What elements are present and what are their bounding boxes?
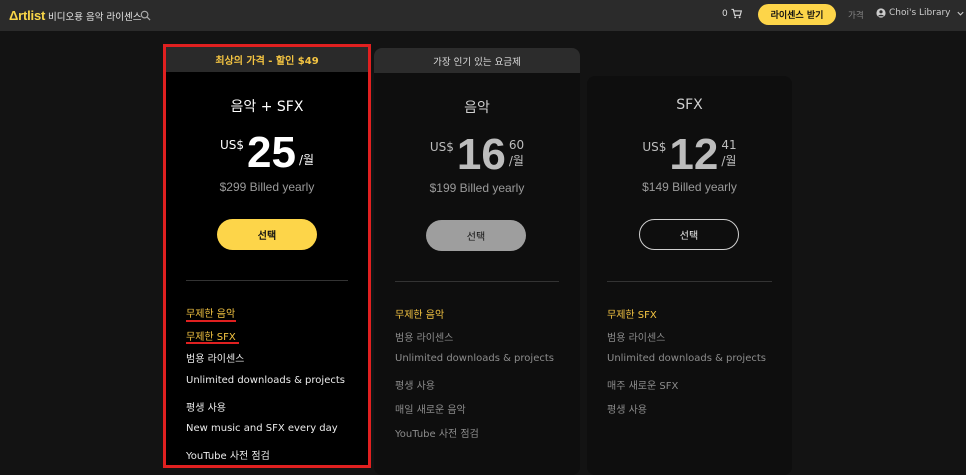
plan-price: US$ 12 41 /월 bbox=[587, 130, 792, 179]
account-name: Choi's Library bbox=[889, 8, 951, 18]
price-period: /월 bbox=[508, 154, 524, 168]
feature-item: New music and SFX every day bbox=[186, 423, 338, 434]
feature-item: Unlimited downloads & projects bbox=[186, 375, 345, 386]
divider bbox=[395, 281, 559, 282]
price-period: /월 bbox=[298, 153, 315, 167]
price-cents: 60 bbox=[508, 138, 525, 152]
chevron-down-icon bbox=[956, 11, 964, 16]
select-plan-button[interactable]: 선택 bbox=[639, 219, 739, 250]
highlight-underline bbox=[186, 320, 236, 322]
plan-card-sfx: SFX US$ 12 41 /월 $149 Billed yearly 선택 무… bbox=[587, 76, 792, 475]
feature-item: 범용 라이센스 bbox=[186, 354, 245, 365]
site-tagline: 비디오용 음악 라이센스 bbox=[48, 12, 142, 23]
feature-item: YouTube 사전 점검 bbox=[395, 429, 479, 440]
price-cents: 41 bbox=[721, 138, 737, 152]
billed-yearly: $299 Billed yearly bbox=[219, 180, 315, 194]
feature-item: 매일 새로운 음악 bbox=[395, 405, 466, 416]
price-whole: 25 bbox=[247, 128, 296, 177]
plan-name: 음악 + SFX bbox=[230, 99, 304, 115]
price-whole: 12 bbox=[669, 130, 719, 179]
divider bbox=[186, 280, 348, 281]
top-navigation-bar: Δrtlist 비디오용 음악 라이센스 0 라이센스 받기 가격 Choi's… bbox=[0, 0, 966, 31]
select-plan-button[interactable]: 선택 bbox=[217, 219, 317, 250]
feature-item: 무제한 SFX bbox=[186, 332, 236, 343]
feature-item: Unlimited downloads & projects bbox=[395, 353, 554, 364]
currency: US$ bbox=[642, 140, 667, 154]
billed-yearly: $199 Billed yearly bbox=[429, 181, 525, 195]
currency: US$ bbox=[219, 138, 244, 152]
plan-price: US$ 25 /월 bbox=[166, 128, 368, 177]
plan-card-music-sfx: 최상의 가격 - 할인 $49 음악 + SFX US$ 25 /월 $299 … bbox=[163, 44, 371, 468]
search-icon[interactable] bbox=[140, 10, 151, 21]
feature-item: 평생 사용 bbox=[395, 381, 435, 392]
artlist-logo[interactable]: Δrtlist bbox=[9, 8, 45, 23]
select-plan-button[interactable]: 선택 bbox=[426, 220, 526, 251]
feature-item: 무제한 SFX bbox=[607, 310, 657, 321]
highlight-underline bbox=[186, 342, 239, 344]
feature-item: 평생 사용 bbox=[607, 405, 647, 416]
account-menu[interactable]: Choi's Library bbox=[876, 8, 965, 18]
feature-item: 범용 라이센스 bbox=[395, 333, 454, 344]
feature-item: 평생 사용 bbox=[186, 403, 226, 414]
cart-button[interactable]: 0 bbox=[722, 8, 742, 19]
plan-name: 음악 bbox=[464, 100, 490, 116]
get-license-button[interactable]: 라이센스 받기 bbox=[758, 4, 836, 25]
divider bbox=[607, 281, 772, 282]
plan-price: US$ 16 60 /월 bbox=[374, 130, 580, 179]
price-whole: 16 bbox=[456, 130, 506, 179]
cart-count: 0 bbox=[722, 8, 728, 19]
nav-pricing-link[interactable]: 가격 bbox=[848, 9, 864, 21]
plan-card-music: 가장 인기 있는 요금제 음악 US$ 16 60 /월 $199 Billed… bbox=[374, 48, 580, 475]
cart-icon bbox=[731, 8, 742, 19]
billed-yearly: $149 Billed yearly bbox=[642, 180, 737, 194]
feature-item: Unlimited downloads & projects bbox=[607, 353, 766, 364]
feature-item: YouTube 사전 점검 bbox=[186, 451, 270, 462]
plan-name: SFX bbox=[676, 97, 703, 113]
feature-item: 무제한 음악 bbox=[395, 310, 445, 321]
best-price-banner: 최상의 가격 - 할인 $49 bbox=[166, 47, 368, 72]
currency: US$ bbox=[429, 140, 454, 154]
feature-item: 범용 라이센스 bbox=[607, 333, 666, 344]
feature-item: 무제한 음악 bbox=[186, 309, 236, 320]
user-icon bbox=[876, 8, 886, 18]
most-popular-banner: 가장 인기 있는 요금제 bbox=[374, 48, 580, 73]
feature-item: 매주 새로운 SFX bbox=[607, 381, 679, 392]
price-period: /월 bbox=[721, 154, 737, 168]
